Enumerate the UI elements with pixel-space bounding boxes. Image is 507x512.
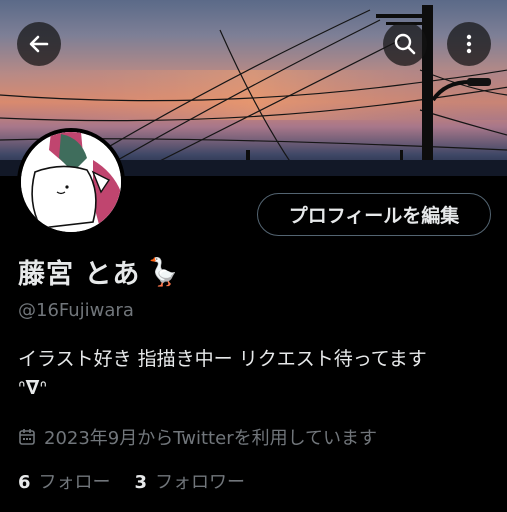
more-options-button[interactable] — [447, 22, 491, 66]
avatar-image — [21, 132, 121, 232]
join-date: 2023年9月からTwitterを利用しています — [44, 428, 378, 449]
join-date-row: 2023年9月からTwitterを利用しています — [18, 424, 377, 450]
search-button[interactable] — [383, 22, 427, 66]
bio: イラスト好き 指描き中ー リクエスト待ってます ᐢ𝛁ᐢ — [18, 345, 488, 403]
arrow-left-icon — [29, 35, 49, 53]
bio-line: イラスト好き 指描き中ー リクエスト待ってます — [18, 348, 427, 370]
display-name: 藤宮 とあ — [18, 259, 141, 290]
name-row: 藤宮 とあ 🪿 — [18, 252, 181, 291]
followers-count: 3 — [134, 472, 148, 493]
followers-label: フォロワー — [155, 472, 246, 493]
followers-link[interactable]: 3 フォロワー — [135, 468, 246, 494]
following-link[interactable]: 6 フォロー — [18, 468, 111, 494]
edit-profile-button[interactable]: プロフィールを編集 — [257, 193, 491, 236]
bio-kaomoji: ᐢ𝛁ᐢ — [18, 377, 47, 399]
goose-emoji: 🪿 — [146, 256, 182, 288]
user-handle: @16Fujiwara — [18, 300, 134, 321]
follow-stats: 6 フォロー 3 フォロワー — [18, 468, 269, 494]
following-label: フォロー — [38, 472, 111, 493]
calendar-icon — [19, 429, 35, 445]
avatar[interactable] — [17, 128, 125, 236]
following-count: 6 — [18, 472, 31, 493]
back-button[interactable] — [17, 22, 61, 66]
search-icon — [394, 33, 416, 55]
more-vertical-icon — [466, 34, 472, 54]
